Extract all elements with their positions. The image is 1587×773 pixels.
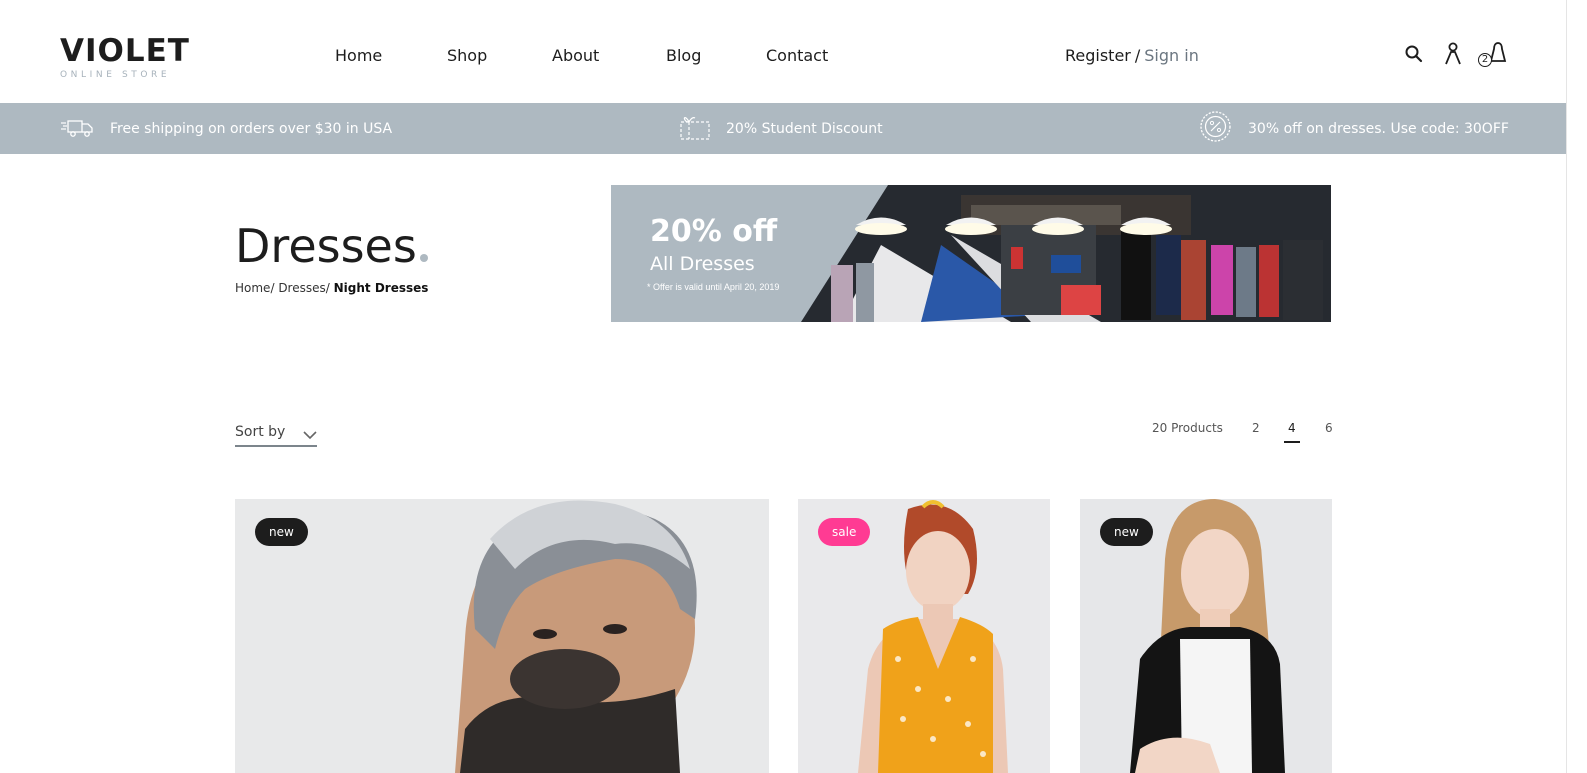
nav-shop[interactable]: Shop: [447, 46, 487, 65]
chevron-down-icon: [303, 428, 317, 444]
page-title: Dresses: [235, 218, 428, 274]
product-card[interactable]: sale: [798, 499, 1050, 773]
percent-badge-icon: [1199, 110, 1248, 147]
nav-blog[interactable]: Blog: [666, 46, 701, 65]
nav-home[interactable]: Home: [335, 46, 382, 65]
product-card[interactable]: new: [235, 499, 769, 773]
product-badge-new: new: [255, 518, 308, 546]
breadcrumb: Home/ Dresses/ Night Dresses: [235, 281, 428, 295]
header-icons: 2: [1403, 40, 1513, 70]
view-option-2[interactable]: 2: [1252, 421, 1260, 435]
sort-dropdown[interactable]: Sort by: [235, 424, 317, 447]
cart-count-badge: 2: [1478, 53, 1492, 67]
banner-subheadline: All Dresses: [650, 253, 755, 275]
title-accent-dot: [419, 254, 428, 262]
product-count: 20 Products: [1152, 421, 1223, 435]
signin-link[interactable]: Sign in: [1144, 46, 1199, 65]
store-logo[interactable]: VIOLET ONLINE STORE: [60, 34, 190, 81]
user-icon[interactable]: [1444, 42, 1462, 71]
nav-contact[interactable]: Contact: [766, 46, 828, 65]
product-card[interactable]: new: [1080, 499, 1332, 773]
product-badge-new: new: [1100, 518, 1153, 546]
product-image: [455, 500, 697, 773]
register-link[interactable]: Register: [1065, 46, 1131, 65]
sort-label: Sort by: [235, 424, 286, 440]
search-icon[interactable]: [1405, 45, 1423, 68]
promo-student-text: 20% Student Discount: [726, 120, 883, 137]
banner-offer-note: * Offer is valid until April 20, 2019: [647, 282, 780, 292]
banner-store-photo: [801, 185, 1331, 322]
auth-links: Register / Sign in: [1065, 46, 1199, 65]
truck-icon: [60, 116, 110, 142]
site-header: VIOLET ONLINE STORE Home Shop About Blog…: [0, 0, 1566, 103]
nav-about[interactable]: About: [552, 46, 599, 65]
coupon-icon: [680, 113, 726, 145]
promo-student: 20% Student Discount: [680, 103, 883, 154]
logo-tagline: ONLINE STORE: [60, 70, 171, 80]
auth-separator: /: [1134, 46, 1141, 65]
breadcrumb-current: Night Dresses: [333, 281, 429, 295]
promo-banner[interactable]: 20% off All Dresses * Offer is valid unt…: [611, 185, 1331, 322]
breadcrumb-home[interactable]: Home/: [235, 281, 274, 295]
promo-dresses-text: 30% off on dresses. Use code: 30OFF: [1248, 120, 1509, 137]
logo-wordmark: VIOLET: [60, 33, 190, 69]
breadcrumb-dresses[interactable]: Dresses/: [278, 281, 329, 295]
promo-bar: Free shipping on orders over $30 in USA …: [0, 103, 1566, 154]
banner-headline: 20% off: [650, 214, 778, 249]
promo-dresses: 30% off on dresses. Use code: 30OFF: [1199, 103, 1509, 154]
promo-shipping: Free shipping on orders over $30 in USA: [60, 103, 392, 154]
view-option-4[interactable]: 4: [1284, 421, 1300, 443]
vertical-scrollbar[interactable]: [1566, 0, 1587, 773]
product-badge-sale: sale: [818, 518, 871, 546]
page-title-text: Dresses: [235, 219, 417, 273]
view-option-6[interactable]: 6: [1325, 421, 1333, 435]
promo-shipping-text: Free shipping on orders over $30 in USA: [110, 120, 393, 137]
